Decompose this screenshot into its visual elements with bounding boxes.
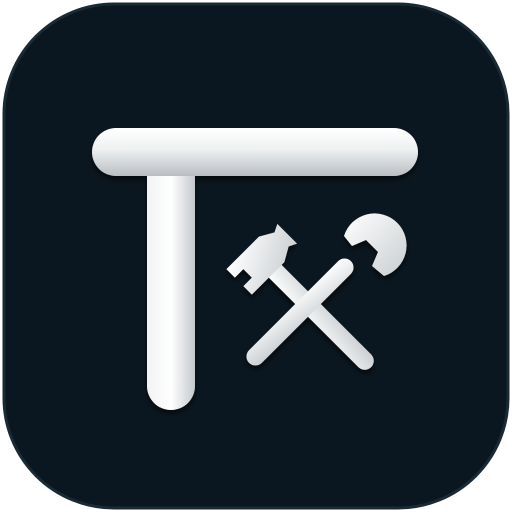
app-icon xyxy=(0,0,512,512)
app-icon-graphic xyxy=(2,2,510,510)
